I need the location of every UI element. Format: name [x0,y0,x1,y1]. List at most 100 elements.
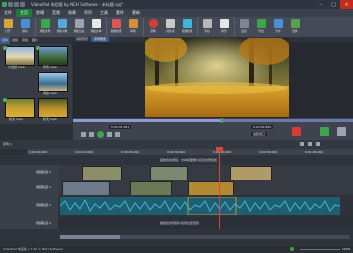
ruler-label: 0:00:00.000 [29,150,48,154]
video-clip[interactable] [130,181,172,196]
zoom-slider[interactable] [300,249,340,250]
menu-update[interactable]: 更新 [128,10,144,16]
track-name: 视频轨道 1 [36,185,51,189]
step-forward-icon[interactable] [107,132,112,137]
undo-icon[interactable] [14,2,19,7]
zoom-select[interactable]: 适配窗口 [251,132,268,136]
video-clip[interactable] [62,181,110,196]
menu-suite[interactable]: 套件 [112,10,128,16]
ruler-label: 0:00:50.000 [259,150,278,154]
settings-button[interactable]: 设置 [236,17,253,37]
bin-thumbnail[interactable] [5,46,35,66]
bin-thumbnail[interactable] [38,98,68,118]
video-effects-button[interactable]: 视频效果 [108,17,125,37]
timeline-footer [0,229,353,246]
record-button[interactable]: 录制 [145,17,162,37]
add-blank-icon [75,19,84,28]
timeline-settings-icon[interactable] [316,142,320,146]
video-clip[interactable] [150,166,188,181]
narrate-button[interactable]: 画外音 [162,17,179,37]
video-frame [145,38,289,117]
track-name: 音频轨道 2 [36,221,51,225]
transition-button[interactable]: 转场 [125,17,142,37]
bin-tab-media[interactable]: 媒体 [0,37,11,44]
cut-button[interactable]: 剪切 [199,17,216,37]
ruler-label: 0:01:00.000 [305,150,324,154]
add-objects-button[interactable]: 添加对象 [54,17,71,37]
tab-clip-preview[interactable]: 剪辑预览 [73,37,91,42]
scissors-icon [203,19,212,28]
open-button[interactable]: 打开 [0,17,17,37]
scrubber-progress [73,119,222,122]
bin-file-name: 海边.mp4 [43,91,57,95]
zoom-out-icon[interactable] [300,142,304,146]
bin-file-name: 秋天.mp4 [9,117,23,121]
minimize-button[interactable]: – [314,0,327,9]
menu-effects[interactable]: 效果 [64,10,80,16]
redo-icon[interactable] [20,2,25,7]
bin-tab-audio[interactable]: 音频 [20,37,30,44]
go-start-icon[interactable] [81,132,86,137]
bin-tab-images[interactable]: 图片 [30,37,40,44]
menu-sequence[interactable]: 序列 [80,10,96,16]
play-icon[interactable] [97,131,104,138]
playhead-handle[interactable] [216,147,223,151]
sequence-tab[interactable]: 序列 1 [3,142,12,146]
video-clip[interactable] [230,166,272,181]
status-dot-icon [290,247,294,251]
audio-track-2: 音频轨道 2 拖放您的音频片段到这里混音 [0,217,353,229]
timecode-display: 0:00:32.301 [109,125,132,129]
add-blank-button[interactable]: 添加空白 [71,17,88,37]
used-check-icon: ✓ [36,46,40,50]
audio-effects-button[interactable]: 音频效果 [179,17,196,37]
menu-tools[interactable]: 工具 [96,10,112,16]
split-button[interactable]: 拆分 [216,17,233,37]
track-name: 音频轨道 1 [36,203,51,207]
add-text-button[interactable]: 添加文本 [88,17,105,37]
used-check-icon: ✓ [3,98,7,102]
save-button[interactable]: 保存 [17,17,34,37]
tab-sequence-preview[interactable]: 序列预览 [91,37,110,42]
bin-thumbnail[interactable] [38,72,68,92]
export-button[interactable]: 导出 [253,17,270,37]
menu-audio[interactable]: 音频 [48,10,64,16]
bin-thumbnail[interactable] [38,46,68,66]
quick-access-icons [2,2,25,7]
add-file-button[interactable]: 添加文件 [37,17,54,37]
title-bar: VideoPad 电话版 by NCH Software - 未标题.vpj* … [0,0,353,9]
save-quick-icon[interactable] [8,2,13,7]
bin-tabs: 媒体 视频 音频 图片 [0,37,72,44]
split-view-icon[interactable] [292,127,301,136]
save-icon [21,19,30,28]
close-button[interactable]: × [340,0,353,9]
timeline-playhead[interactable] [219,149,220,229]
bin-tab-video[interactable]: 视频 [10,37,20,44]
menu-home[interactable]: 主页 [16,9,32,17]
video-clip[interactable] [188,181,234,196]
unlink-icon[interactable] [320,127,329,136]
zoom-in-icon[interactable] [308,142,312,146]
app-logo-icon [2,2,7,7]
share-button[interactable]: 分享 [270,17,287,37]
ruler-label: 0:00:30.000 [167,150,186,154]
fullscreen-icon[interactable] [337,127,346,136]
menu-clips[interactable]: 剪辑 [32,10,48,16]
video-clip[interactable] [82,166,122,181]
video-drop-hint: 拖放您的视频、文本和图像片段到这里叠加 [160,158,218,162]
menu-bar: 文件 主页 剪辑 音频 效果 序列 工具 套件 更新 [0,9,353,17]
go-end-icon[interactable] [115,132,120,137]
bin-thumbnail[interactable] [5,98,35,118]
timeline-scrollbar[interactable] [60,235,350,239]
scrubber-handle[interactable] [221,118,223,123]
audio-waveform[interactable] [60,197,340,215]
used-check-icon: ✓ [3,46,7,50]
maximize-button[interactable]: □ [327,0,340,9]
scrollbar-thumb[interactable] [60,235,120,239]
split-icon [220,19,229,28]
menu-file[interactable]: 文件 [0,10,16,16]
suite-button[interactable]: 套件 [287,17,304,37]
step-back-icon[interactable] [89,132,94,137]
open-icon [4,19,13,28]
playback-controls: 0:00:32.301 0:00:59.950 适配窗口 [73,118,353,140]
preview-scrubber[interactable] [73,119,353,122]
